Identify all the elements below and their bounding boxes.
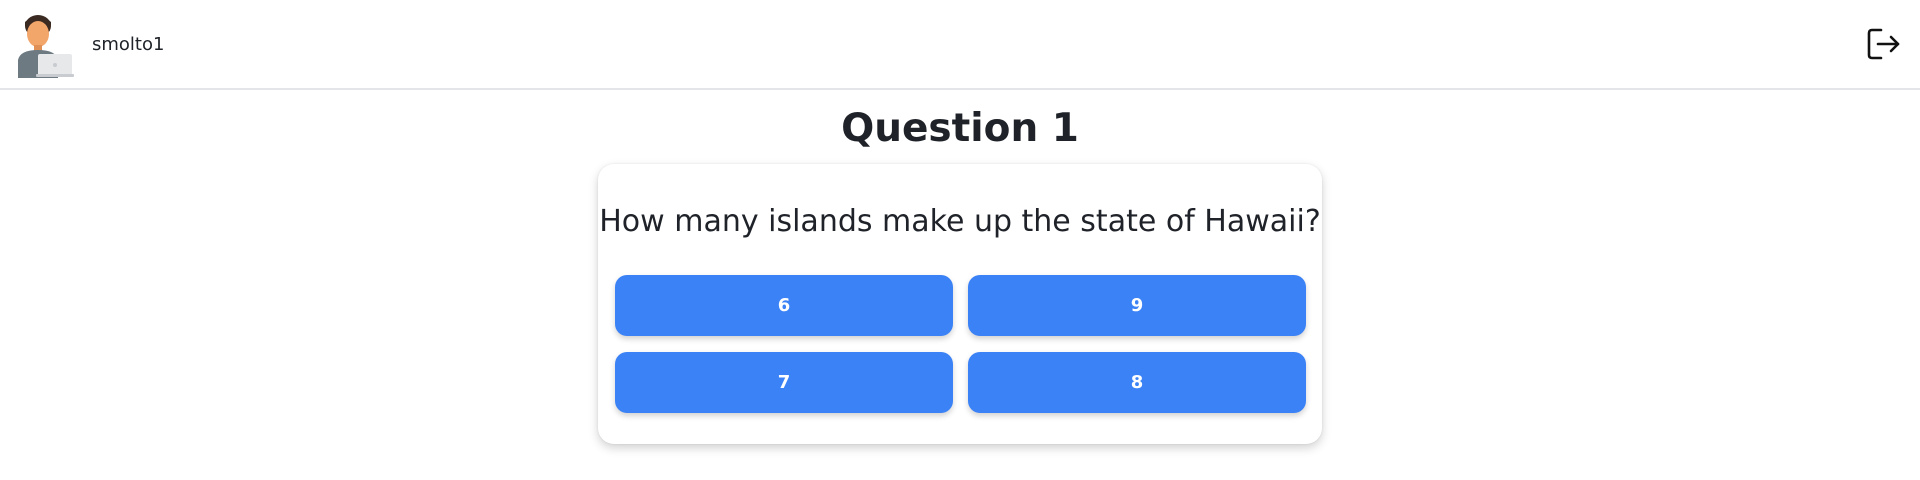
logout-icon[interactable] bbox=[1866, 26, 1902, 62]
answer-button-3[interactable]: 7 bbox=[615, 352, 953, 413]
username: smolto1 bbox=[92, 34, 165, 55]
user-avatar-icon bbox=[18, 15, 74, 78]
answer-grid: 6 9 7 8 bbox=[615, 275, 1306, 413]
answer-button-2[interactable]: 9 bbox=[968, 275, 1306, 336]
answer-button-1[interactable]: 6 bbox=[615, 275, 953, 336]
question-title: Question 1 bbox=[841, 106, 1079, 151]
top-bar: smolto1 bbox=[0, 0, 1920, 90]
question-card: How many islands make up the state of Ha… bbox=[598, 164, 1322, 444]
question-text: How many islands make up the state of Ha… bbox=[599, 204, 1321, 239]
answer-button-4[interactable]: 8 bbox=[968, 352, 1306, 413]
